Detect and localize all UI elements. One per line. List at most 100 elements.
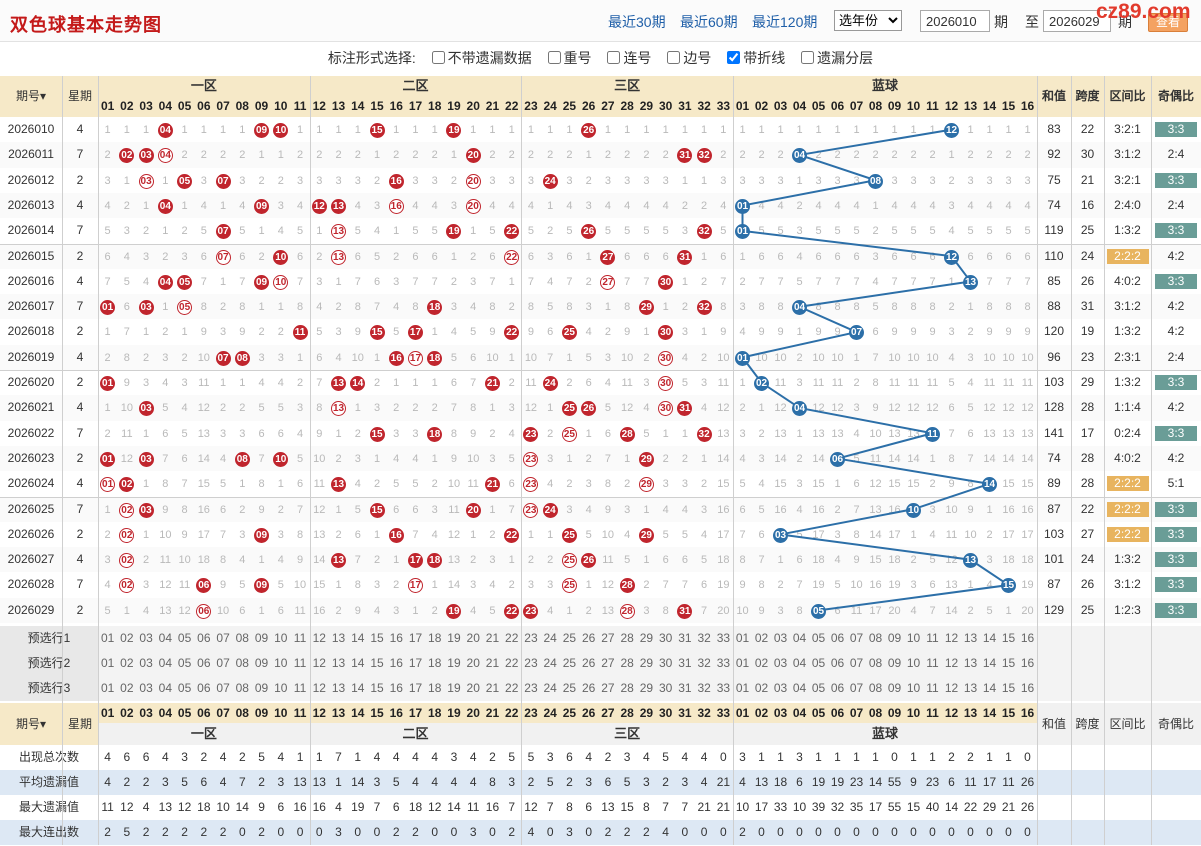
preselect-red-number[interactable]: 12: [309, 626, 329, 651]
preselect-red-number[interactable]: 07: [213, 676, 233, 701]
preselect-blue-number[interactable]: 06: [828, 676, 847, 701]
preselect-red-number[interactable]: 11: [290, 676, 310, 701]
preselect-blue-number[interactable]: 14: [980, 626, 999, 651]
preselect-blue-number[interactable]: 02: [752, 651, 771, 676]
preselect-red-number[interactable]: 08: [232, 651, 252, 676]
preselect-red-number[interactable]: 14: [348, 651, 368, 676]
preselect-red-number[interactable]: 17: [405, 676, 426, 701]
preselect-blue-number[interactable]: 07: [847, 626, 866, 651]
preselect-red-number[interactable]: 07: [213, 626, 233, 651]
preselect-red-number[interactable]: 24: [540, 651, 560, 676]
preselect-red-number[interactable]: 27: [598, 626, 618, 651]
preselect-red-number[interactable]: 12: [309, 651, 329, 676]
preselect-blue-number[interactable]: 07: [847, 676, 866, 701]
preselect-red-number[interactable]: 29: [636, 676, 657, 701]
preselect-red-number[interactable]: 32: [694, 651, 714, 676]
preselect-blue-number[interactable]: 09: [885, 626, 904, 651]
preselect-red-number[interactable]: 05: [174, 676, 195, 701]
preselect-red-number[interactable]: 13: [328, 651, 349, 676]
preselect-blue-number[interactable]: 14: [980, 676, 999, 701]
preselect-red-number[interactable]: 19: [444, 651, 464, 676]
preselect-red-number[interactable]: 15: [367, 626, 387, 651]
preselect-red-number[interactable]: 10: [271, 676, 291, 701]
preselect-red-number[interactable]: 03: [136, 651, 156, 676]
preselect-blue-number[interactable]: 03: [771, 676, 790, 701]
preselect-blue-number[interactable]: 13: [961, 651, 980, 676]
preselect-red-number[interactable]: 14: [348, 676, 368, 701]
preselect-blue-number[interactable]: 04: [790, 651, 809, 676]
preselect-red-number[interactable]: 14: [348, 626, 368, 651]
preselect-blue-number[interactable]: 09: [885, 676, 904, 701]
preselect-red-number[interactable]: 21: [482, 626, 503, 651]
preselect-red-number[interactable]: 17: [405, 626, 426, 651]
preselect-red-number[interactable]: 31: [675, 676, 695, 701]
preselect-red-number[interactable]: 01: [98, 676, 118, 701]
preselect-blue-number[interactable]: 08: [866, 626, 885, 651]
preselect-blue-number[interactable]: 15: [999, 651, 1018, 676]
preselect-blue-number[interactable]: 11: [923, 651, 942, 676]
preselect-red-number[interactable]: 25: [559, 676, 580, 701]
preselect-blue-number[interactable]: 15: [999, 626, 1018, 651]
preselect-red-number[interactable]: 20: [463, 626, 483, 651]
preselect-red-number[interactable]: 23: [521, 651, 541, 676]
preselect-red-number[interactable]: 20: [463, 651, 483, 676]
preselect-red-number[interactable]: 05: [174, 651, 195, 676]
preselect-red-number[interactable]: 23: [521, 626, 541, 651]
preselect-red-number[interactable]: 04: [155, 626, 175, 651]
preselect-red-number[interactable]: 33: [713, 651, 733, 676]
preselect-red-number[interactable]: 31: [675, 626, 695, 651]
preselect-red-number[interactable]: 12: [309, 676, 329, 701]
preselect-red-number[interactable]: 02: [117, 626, 137, 651]
preselect-red-number[interactable]: 10: [271, 651, 291, 676]
preselect-red-number[interactable]: 03: [136, 676, 156, 701]
preselect-red-number[interactable]: 11: [290, 651, 310, 676]
preselect-blue-number[interactable]: 10: [904, 626, 923, 651]
preselect-red-number[interactable]: 19: [444, 626, 464, 651]
preselect-red-number[interactable]: 02: [117, 651, 137, 676]
preselect-red-number[interactable]: 18: [425, 676, 445, 701]
preselect-red-number[interactable]: 24: [540, 626, 560, 651]
preselect-blue-number[interactable]: 04: [790, 676, 809, 701]
preselect-blue-number[interactable]: 10: [904, 676, 923, 701]
preselect-blue-number[interactable]: 02: [752, 626, 771, 651]
preselect-blue-number[interactable]: 06: [828, 651, 847, 676]
preselect-red-number[interactable]: 09: [251, 626, 272, 651]
preselect-blue-number[interactable]: 12: [942, 651, 961, 676]
preselect-red-number[interactable]: 01: [98, 626, 118, 651]
preselect-red-number[interactable]: 17: [405, 651, 426, 676]
preselect-blue-number[interactable]: 01: [733, 651, 752, 676]
preselect-red-number[interactable]: 26: [579, 676, 599, 701]
preselect-red-number[interactable]: 18: [425, 626, 445, 651]
preselect-red-number[interactable]: 32: [694, 676, 714, 701]
preselect-red-number[interactable]: 28: [617, 651, 637, 676]
preselect-blue-number[interactable]: 14: [980, 651, 999, 676]
preselect-red-number[interactable]: 27: [598, 651, 618, 676]
preselect-red-number[interactable]: 11: [290, 626, 310, 651]
preselect-red-number[interactable]: 07: [213, 651, 233, 676]
preselect-blue-number[interactable]: 05: [809, 651, 828, 676]
preselect-red-number[interactable]: 02: [117, 676, 137, 701]
preselect-red-number[interactable]: 30: [656, 626, 676, 651]
preselect-red-number[interactable]: 25: [559, 651, 580, 676]
preselect-red-number[interactable]: 28: [617, 626, 637, 651]
preselect-red-number[interactable]: 32: [694, 626, 714, 651]
preselect-blue-number[interactable]: 11: [923, 626, 942, 651]
preselect-red-number[interactable]: 04: [155, 651, 175, 676]
preselect-red-number[interactable]: 09: [251, 651, 272, 676]
preselect-red-number[interactable]: 20: [463, 676, 483, 701]
preselect-red-number[interactable]: 05: [174, 626, 195, 651]
preselect-red-number[interactable]: 16: [386, 676, 406, 701]
preselect-red-number[interactable]: 15: [367, 651, 387, 676]
preselect-blue-number[interactable]: 12: [942, 676, 961, 701]
preselect-red-number[interactable]: 19: [444, 676, 464, 701]
preselect-blue-number[interactable]: 09: [885, 651, 904, 676]
preselect-red-number[interactable]: 01: [98, 651, 118, 676]
preselect-blue-number[interactable]: 08: [866, 651, 885, 676]
preselect-red-number[interactable]: 30: [656, 676, 676, 701]
preselect-blue-number[interactable]: 12: [942, 626, 961, 651]
preselect-blue-number[interactable]: 05: [809, 676, 828, 701]
preselect-blue-number[interactable]: 07: [847, 651, 866, 676]
preselect-red-number[interactable]: 09: [251, 676, 272, 701]
preselect-red-number[interactable]: 33: [713, 626, 733, 651]
preselect-red-number[interactable]: 03: [136, 626, 156, 651]
